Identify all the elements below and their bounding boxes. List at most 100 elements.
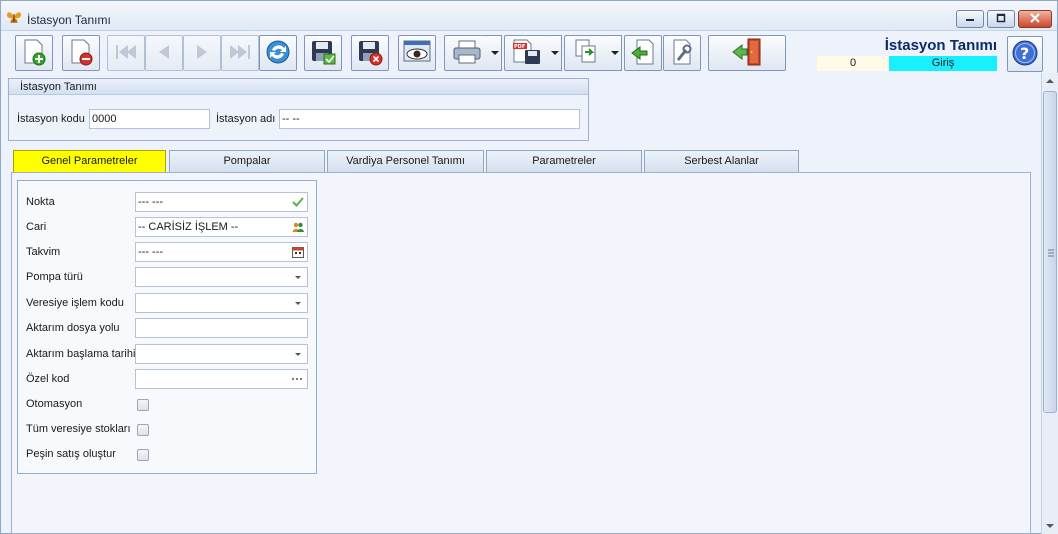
last-record-button[interactable] [221,35,259,71]
scroll-thumb[interactable] [1043,91,1057,413]
next-record-icon [192,42,212,65]
import-button[interactable] [624,35,662,71]
checkmark-icon[interactable] [292,196,304,208]
chevron-down-icon [295,276,301,279]
print-dropdown[interactable] [488,35,502,71]
station-name-input[interactable]: -- -- [279,109,580,129]
aktarim-baslama-tarihi-input[interactable]: . . : : [135,344,308,364]
print-icon [451,39,483,68]
station-group-title: İstasyon Tanımı [9,79,588,95]
print-button[interactable] [444,35,489,71]
nokta-input[interactable]: --- --- [135,192,308,212]
aktarim-baslama-tarihi-value: . . : : [150,360,199,363]
minimize-button[interactable] [956,10,984,28]
veresiye-islem-kodu-label: Veresiye işlem kodu [26,297,124,309]
svg-text:?: ? [1020,44,1029,63]
ozel-kod-label: Özel kod [26,373,70,385]
delete-document-icon [68,38,94,69]
otomasyon-label: Otomasyon [26,398,83,410]
cari-label: Cari [26,221,47,233]
tab-strip: Genel Parametreler Pompalar Vardiya Pers… [1,150,1041,173]
scroll-up-icon[interactable] [1046,79,1054,83]
chevron-down-icon [295,353,301,356]
pesin-satis-olustur-label: Peşin satış oluştur [26,448,116,460]
station-code-label: İstasyon kodu [17,113,85,125]
vertical-scrollbar[interactable] [1041,73,1058,534]
station-code-input[interactable]: 0000 [89,109,210,129]
ozel-kod-input[interactable] [135,369,308,389]
save-cancel-button[interactable] [351,35,389,71]
calendar-icon[interactable] [292,246,304,258]
cari-input[interactable]: -- CARİSİZ İŞLEM -- [135,217,308,237]
tab-serbest-alanlar[interactable]: Serbest Alanlar [644,150,799,172]
station-name-label: İstasyon adı [216,113,276,125]
aktarim-dosya-yolu-label: Aktarım dosya yolu [26,322,120,334]
aktarim-dosya-yolu-input[interactable] [135,318,308,338]
otomasyon-checkbox[interactable] [137,399,149,411]
next-record-button[interactable] [183,35,221,71]
veresiye-islem-kodu-select[interactable] [135,293,308,313]
maximize-button[interactable] [987,10,1015,28]
copy-transfer-dropdown[interactable] [608,35,622,71]
tum-veresiye-stoklari-label: Tüm veresiye stokları [26,423,131,435]
preview-button[interactable] [398,35,436,71]
help-icon: ? [1011,39,1039,70]
pesin-satis-olustur-checkbox[interactable] [137,449,149,461]
save-icon [309,38,337,69]
first-record-button[interactable] [107,35,145,71]
pompa-turu-label: Pompa türü [26,271,83,283]
tum-veresiye-stoklari-checkbox[interactable] [137,424,149,436]
cari-value: -- CARİSİZ İŞLEM -- [138,221,239,233]
butterfly-icon [6,9,22,25]
first-record-icon [113,42,139,65]
title-bar: İstasyon Tanımı [1,1,1057,31]
maximize-icon [996,13,1006,26]
save-cancel-icon [356,38,384,69]
close-icon [1030,12,1040,26]
refresh-button[interactable] [259,35,297,71]
new-record-button[interactable] [15,35,53,71]
help-button[interactable]: ? [1007,36,1043,72]
nokta-value: --- --- [138,196,164,208]
exit-door-icon [730,37,764,70]
tab-parametreler[interactable]: Parametreler [486,150,642,172]
ellipsis-icon[interactable] [290,373,304,385]
main-window: İstasyon Tanımı PDF İstasyon Tanımı 0 Gi… [0,0,1058,534]
tab-genel-parametreler[interactable]: Genel Parametreler [13,150,166,173]
last-record-icon [227,42,253,65]
tools-button[interactable] [663,35,701,71]
svg-text:PDF: PDF [514,44,525,50]
delete-record-button[interactable] [62,35,100,71]
form-title: İstasyon Tanımı [884,37,997,54]
status-mode-badge: Giriş [889,56,997,71]
chevron-down-icon [295,302,301,305]
takvim-label: Takvim [26,246,61,258]
refresh-icon [264,38,292,69]
import-icon [629,38,657,69]
tab-vardiya-personel-tanimi[interactable]: Vardiya Personel Tanımı [327,150,484,172]
nokta-label: Nokta [26,196,55,208]
window-title: İstasyon Tanımı [27,13,111,27]
exit-button[interactable] [708,35,786,71]
save-button[interactable] [304,35,342,71]
pdf-export-button[interactable]: PDF [504,35,549,71]
status-record-count: 0 [817,56,889,71]
people-icon[interactable] [292,221,304,233]
takvim-input[interactable]: --- --- [135,242,308,262]
previous-record-icon [154,42,174,65]
tab-pompalar[interactable]: Pompalar [169,150,325,172]
pdf-export-icon: PDF [511,38,543,69]
preview-icon [402,39,432,68]
new-document-icon [21,38,47,69]
scroll-down-icon[interactable] [1046,524,1054,528]
close-button[interactable] [1018,10,1052,28]
copy-transfer-button[interactable] [564,35,609,71]
minimize-icon [965,13,975,25]
copy-transfer-icon [572,38,602,69]
takvim-value: --- --- [138,246,164,258]
pompa-turu-select[interactable] [135,267,308,287]
tools-icon [668,38,696,69]
aktarim-baslama-tarihi-label: Aktarım başlama tarihi [26,348,136,360]
previous-record-button[interactable] [145,35,183,71]
pdf-export-dropdown[interactable] [548,35,562,71]
